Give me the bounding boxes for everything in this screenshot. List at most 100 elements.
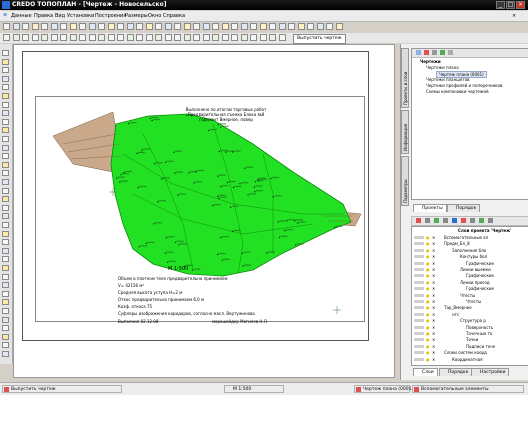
layer-controls-icon[interactable] xyxy=(414,300,424,303)
toolbar-tool-icon[interactable] xyxy=(31,34,39,41)
release-drawing-button[interactable]: Выпустить чертеж xyxy=(293,34,346,44)
toolbar-tool-icon[interactable] xyxy=(297,23,305,30)
layer-controls-icon[interactable] xyxy=(414,280,424,284)
toolbar-tool-icon[interactable] xyxy=(145,23,153,30)
layer-controls-icon[interactable] xyxy=(414,351,424,355)
toolbar-tool-icon[interactable] xyxy=(269,23,276,30)
toolbar-tool-icon[interactable] xyxy=(3,34,10,41)
side-tool-icon[interactable] xyxy=(2,282,9,289)
toolbar-tool-icon[interactable] xyxy=(259,34,267,41)
side-tool-icon[interactable] xyxy=(2,256,9,263)
side-tool-icon[interactable] xyxy=(2,170,9,177)
lock-icon[interactable]: ✕ xyxy=(432,318,435,323)
visibility-bulb-icon[interactable]: ● xyxy=(426,325,430,330)
toolbar-tool-icon[interactable] xyxy=(250,23,257,30)
toolbar-tool-icon[interactable] xyxy=(240,23,248,30)
lock-icon[interactable]: ✕ xyxy=(432,337,435,342)
side-tool-icon[interactable] xyxy=(2,196,9,203)
layers-tool-icon[interactable] xyxy=(479,218,484,223)
toolbar-tool-icon[interactable] xyxy=(145,34,153,41)
side-tool-icon[interactable] xyxy=(2,127,9,134)
side-tool-icon[interactable] xyxy=(2,308,9,314)
toolbar-tool-icon[interactable] xyxy=(326,23,333,30)
toolbar-tool-icon[interactable] xyxy=(278,34,286,41)
lock-icon[interactable]: ✕ xyxy=(432,357,435,362)
lock-icon[interactable]: ✕ xyxy=(432,305,435,310)
lock-icon[interactable]: ✕ xyxy=(432,286,435,291)
layer-controls-icon[interactable] xyxy=(414,261,424,265)
menu-data[interactable]: Данные xyxy=(11,13,32,19)
toolbar-tool-icon[interactable] xyxy=(155,23,162,30)
toolbar-tool-icon[interactable] xyxy=(98,23,105,30)
visibility-bulb-icon[interactable]: ● xyxy=(426,344,430,349)
menu-dimensions[interactable]: Размеры xyxy=(125,13,148,19)
side-tool-icon[interactable] xyxy=(2,179,9,185)
lock-icon[interactable]: ✕ xyxy=(432,325,435,330)
visibility-bulb-icon[interactable]: ● xyxy=(426,331,430,336)
visibility-bulb-icon[interactable]: ● xyxy=(426,254,430,259)
toolbar-tool-icon[interactable] xyxy=(60,34,67,41)
layer-controls-icon[interactable] xyxy=(414,344,424,348)
toolbar-tool-icon[interactable] xyxy=(117,34,124,41)
lock-icon[interactable]: ✕ xyxy=(432,280,435,285)
visibility-bulb-icon[interactable]: ● xyxy=(426,350,430,355)
layers-tool-icon[interactable] xyxy=(416,218,421,223)
layer-controls-icon[interactable] xyxy=(414,332,424,335)
layer-controls-icon[interactable] xyxy=(414,312,424,316)
tree-item[interactable]: Чертежи планшетов xyxy=(426,77,470,82)
layer-controls-icon[interactable] xyxy=(414,287,424,291)
toolbar-tool-icon[interactable] xyxy=(231,34,238,41)
side-tool-icon[interactable] xyxy=(2,230,9,237)
toolbar-tool-icon[interactable] xyxy=(183,23,191,30)
toolbar-tool-icon[interactable] xyxy=(22,34,29,41)
menu-help[interactable]: Справка xyxy=(163,13,185,19)
side-tool-icon[interactable] xyxy=(2,299,9,306)
toolbar-tool-icon[interactable] xyxy=(79,23,86,30)
side-tool-icon[interactable] xyxy=(2,247,9,254)
menu-settings[interactable]: Установки xyxy=(67,13,94,19)
lock-icon[interactable]: ✕ xyxy=(432,241,435,246)
toolbar-tool-icon[interactable] xyxy=(183,34,191,41)
side-tool-icon[interactable] xyxy=(2,153,9,160)
toolbar-tool-icon[interactable] xyxy=(174,23,181,30)
maximize-button[interactable]: □ xyxy=(506,1,515,9)
layers-tool-icon[interactable] xyxy=(488,218,493,223)
tab-information[interactable]: Информация xyxy=(401,110,409,154)
toolbar-tool-icon[interactable] xyxy=(307,23,314,30)
layer-controls-icon[interactable] xyxy=(414,242,424,246)
layers-tool-icon[interactable] xyxy=(461,218,466,223)
side-tool-icon[interactable] xyxy=(2,325,9,332)
toolbar-tool-icon[interactable] xyxy=(107,34,115,41)
visibility-bulb-icon[interactable]: ● xyxy=(426,235,430,240)
lock-icon[interactable]: ✕ xyxy=(432,235,435,240)
mdi-close-icon[interactable]: × xyxy=(512,13,516,19)
side-tool-icon[interactable] xyxy=(2,67,9,74)
toolbar-tool-icon[interactable] xyxy=(79,34,86,41)
lock-icon[interactable]: ✕ xyxy=(432,248,435,253)
side-tool-icon[interactable] xyxy=(2,93,9,99)
side-tool-icon[interactable] xyxy=(2,333,9,340)
toolbar-tool-icon[interactable] xyxy=(288,23,295,30)
toolbar-tool-icon[interactable] xyxy=(12,23,20,30)
side-tool-icon[interactable] xyxy=(2,239,9,246)
toolbar-tool-icon[interactable] xyxy=(31,23,39,30)
visibility-bulb-icon[interactable]: ● xyxy=(426,261,430,266)
tab-projects-layers[interactable]: Проекты и слои xyxy=(401,48,409,108)
menu-window[interactable]: Окно xyxy=(148,13,161,19)
toolbar-tool-icon[interactable] xyxy=(240,34,248,41)
visibility-bulb-icon[interactable]: ● xyxy=(426,293,430,298)
toolbar-tool-icon[interactable] xyxy=(250,34,257,41)
lock-icon[interactable]: ✕ xyxy=(432,331,435,336)
layer-controls-icon[interactable] xyxy=(414,248,424,252)
toolbar-tool-icon[interactable] xyxy=(316,23,324,30)
visibility-bulb-icon[interactable]: ● xyxy=(426,305,430,310)
visibility-bulb-icon[interactable]: ● xyxy=(426,337,430,342)
toolbar-tool-icon[interactable] xyxy=(117,23,124,30)
side-tool-icon[interactable] xyxy=(2,290,9,297)
side-tool-icon[interactable] xyxy=(2,144,9,151)
toolbar-tool-icon[interactable] xyxy=(193,23,200,30)
layer-controls-icon[interactable] xyxy=(414,274,424,278)
tree-item[interactable]: Чертежи плана xyxy=(426,65,459,70)
layer-controls-icon[interactable] xyxy=(414,255,424,259)
layer-controls-icon[interactable] xyxy=(414,325,424,329)
